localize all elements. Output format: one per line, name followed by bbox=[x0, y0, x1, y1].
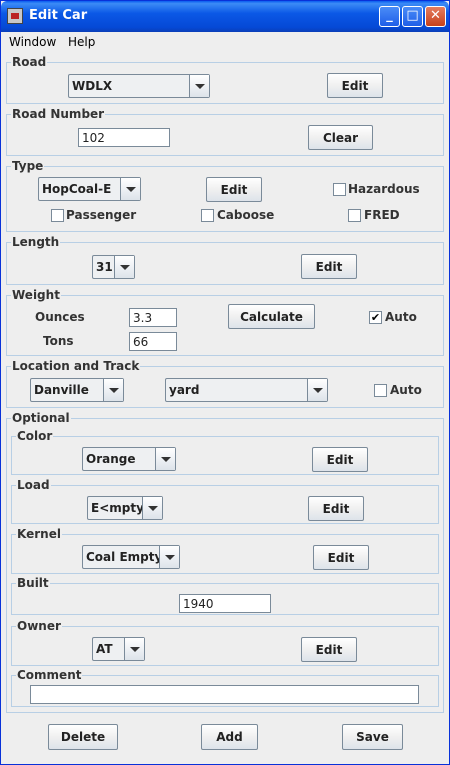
maximize-icon[interactable]: □ bbox=[402, 6, 423, 27]
passenger-label: Passenger bbox=[66, 208, 137, 222]
weight-label: Weight bbox=[11, 288, 61, 302]
window-title: Edit Car bbox=[29, 8, 88, 23]
add-button[interactable]: Add bbox=[201, 724, 258, 750]
passenger-checkbox[interactable] bbox=[51, 209, 64, 222]
load-panel bbox=[11, 485, 439, 524]
owner-edit-button[interactable]: Edit bbox=[301, 637, 357, 662]
color-combo[interactable]: Orange bbox=[82, 447, 176, 471]
weight-auto-label: Auto bbox=[385, 310, 417, 324]
location-auto-checkbox[interactable] bbox=[374, 384, 387, 397]
length-value: 31 bbox=[96, 260, 113, 274]
built-input[interactable]: 1940 bbox=[179, 594, 271, 613]
chevron-down-icon bbox=[120, 178, 140, 200]
chevron-down-icon bbox=[155, 448, 175, 470]
location-label: Location and Track bbox=[11, 359, 141, 373]
clear-button[interactable]: Clear bbox=[308, 125, 373, 150]
color-panel bbox=[11, 436, 439, 475]
type-label: Type bbox=[11, 159, 45, 173]
chevron-down-icon bbox=[307, 379, 327, 401]
chevron-down-icon bbox=[124, 638, 144, 660]
weight-auto-checkbox[interactable]: ✔ bbox=[369, 311, 382, 324]
fred-checkbox[interactable] bbox=[348, 209, 361, 222]
fred-label: FRED bbox=[364, 208, 400, 222]
close-icon[interactable]: ✕ bbox=[425, 6, 446, 27]
chevron-down-icon bbox=[114, 256, 134, 278]
hazardous-checkbox[interactable] bbox=[333, 183, 346, 196]
load-label: Load bbox=[16, 478, 51, 492]
location-value: Danville bbox=[34, 383, 89, 397]
tons-label: Tons bbox=[43, 334, 74, 348]
length-panel bbox=[6, 242, 444, 285]
save-button[interactable]: Save bbox=[342, 724, 403, 750]
kernel-value: Coal Empty bbox=[86, 550, 163, 564]
color-value: Orange bbox=[86, 452, 136, 466]
menu-bar: Window Help bbox=[1, 32, 449, 52]
type-combo[interactable]: HopCoal-E bbox=[38, 177, 141, 201]
calculate-button[interactable]: Calculate bbox=[228, 304, 315, 329]
minimize-icon[interactable]: _ bbox=[379, 6, 400, 27]
road-combo[interactable]: WDLX bbox=[68, 74, 210, 98]
track-value: yard bbox=[169, 383, 200, 397]
menu-window[interactable]: Window bbox=[9, 35, 56, 49]
owner-value: AT bbox=[96, 642, 113, 656]
road-value: WDLX bbox=[72, 79, 113, 93]
road-number-label: Road Number bbox=[11, 107, 106, 121]
location-combo[interactable]: Danville bbox=[30, 378, 124, 402]
length-label: Length bbox=[11, 235, 61, 249]
owner-panel bbox=[11, 626, 439, 666]
comment-input[interactable] bbox=[30, 685, 419, 704]
tons-input[interactable]: 66 bbox=[129, 332, 177, 351]
owner-label: Owner bbox=[16, 619, 62, 633]
owner-combo[interactable]: AT bbox=[92, 637, 145, 661]
edit-car-window: Edit Car _ □ ✕ Window Help Road WDLX Edi… bbox=[0, 0, 450, 765]
hazardous-label: Hazardous bbox=[348, 182, 420, 196]
chevron-down-icon bbox=[159, 546, 179, 568]
caboose-checkbox[interactable] bbox=[201, 209, 214, 222]
location-auto-label: Auto bbox=[390, 383, 422, 397]
track-combo[interactable]: yard bbox=[165, 378, 328, 402]
kernel-edit-button[interactable]: Edit bbox=[313, 545, 369, 570]
road-label: Road bbox=[11, 55, 48, 69]
app-icon bbox=[7, 8, 23, 24]
chevron-down-icon bbox=[189, 75, 209, 97]
road-number-input[interactable]: 102 bbox=[78, 128, 170, 147]
ounces-label: Ounces bbox=[35, 310, 85, 324]
color-label: Color bbox=[16, 429, 54, 443]
chevron-down-icon bbox=[103, 379, 123, 401]
menu-help[interactable]: Help bbox=[68, 35, 95, 49]
built-label: Built bbox=[16, 576, 50, 590]
kernel-combo[interactable]: Coal Empty bbox=[82, 545, 180, 569]
type-value: HopCoal-E bbox=[42, 182, 112, 196]
load-combo[interactable]: E<mpty> bbox=[87, 496, 163, 520]
color-edit-button[interactable]: Edit bbox=[312, 447, 368, 472]
kernel-label: Kernel bbox=[16, 527, 62, 541]
optional-label: Optional bbox=[11, 411, 71, 425]
comment-label: Comment bbox=[16, 668, 83, 682]
ounces-input[interactable]: 3.3 bbox=[129, 308, 177, 327]
kernel-panel bbox=[11, 534, 439, 574]
caboose-label: Caboose bbox=[217, 208, 275, 222]
road-edit-button[interactable]: Edit bbox=[327, 73, 383, 98]
title-bar[interactable]: Edit Car _ □ ✕ bbox=[1, 1, 449, 32]
delete-button[interactable]: Delete bbox=[48, 724, 118, 750]
type-edit-button[interactable]: Edit bbox=[206, 177, 262, 202]
length-combo[interactable]: 31 bbox=[92, 255, 135, 279]
length-edit-button[interactable]: Edit bbox=[301, 254, 357, 279]
load-edit-button[interactable]: Edit bbox=[308, 496, 364, 521]
chevron-down-icon bbox=[142, 497, 162, 519]
